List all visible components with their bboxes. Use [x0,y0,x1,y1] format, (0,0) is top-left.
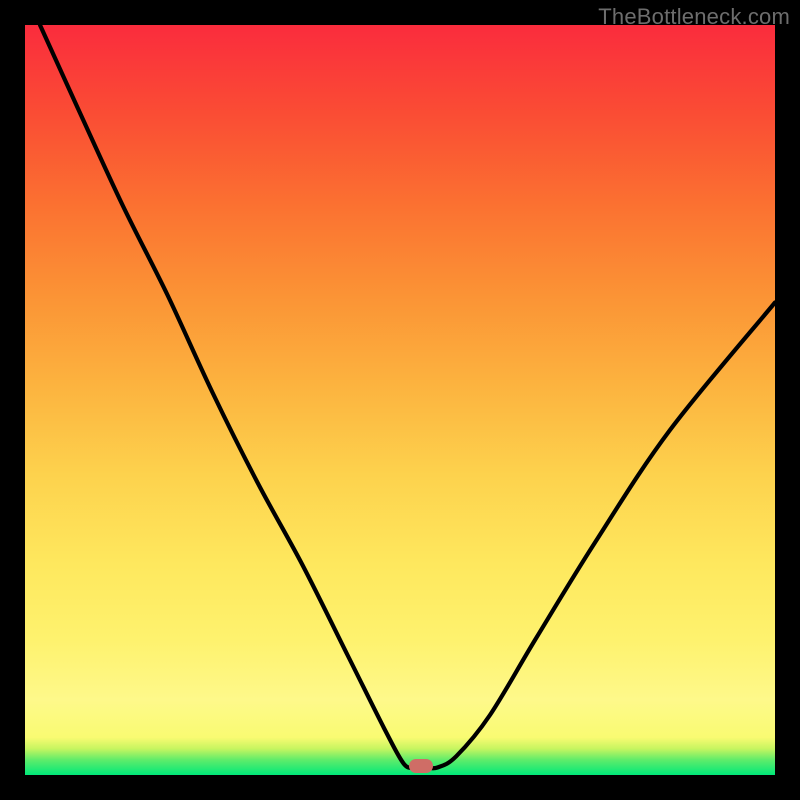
watermark-text: TheBottleneck.com [598,4,790,30]
chart-frame: TheBottleneck.com [0,0,800,800]
bottleneck-curve [25,25,775,775]
plot-area [25,25,775,775]
optimal-marker [409,759,433,773]
